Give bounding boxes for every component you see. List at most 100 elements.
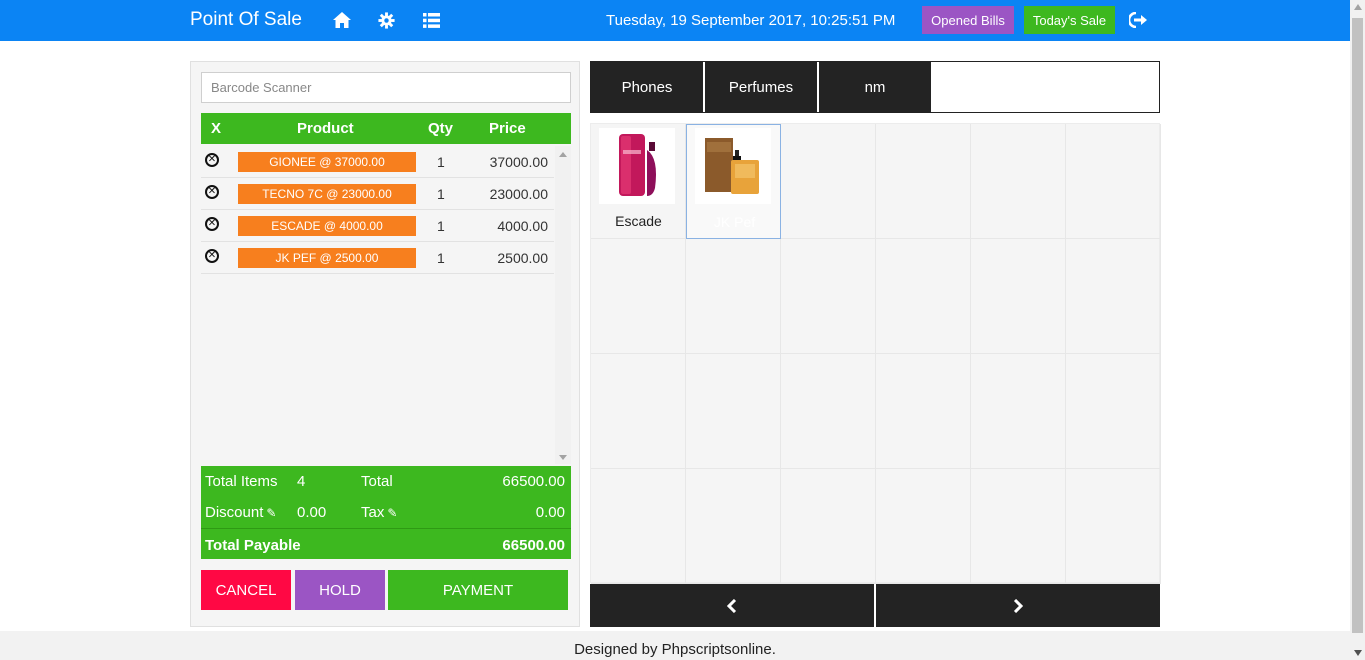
grid-cell <box>971 354 1066 469</box>
cart-item-product-button[interactable]: TECNO 7C @ 23000.00 <box>238 184 416 204</box>
header-qty: Qty <box>428 120 454 137</box>
datetime-display: Tuesday, 19 September 2017, 10:25:51 PM <box>606 12 896 29</box>
header-remove: X <box>211 120 222 137</box>
grid-cell <box>971 469 1066 584</box>
page-scrollbar[interactable] <box>1350 0 1365 660</box>
next-page-button[interactable] <box>876 584 1160 627</box>
totals-summary: Total Items 4 Total 66500.00 Discount ✎ 0… <box>201 466 571 559</box>
grid-cell <box>876 354 971 469</box>
table-row: ✕ TECNO 7C @ 23000.00 1 23000.00 <box>201 178 554 210</box>
grid-cell <box>781 124 876 239</box>
footer: Designed by Phpscriptsonline. <box>0 631 1350 660</box>
totals-divider <box>201 528 571 529</box>
hold-button[interactable]: HOLD <box>295 570 385 610</box>
table-row: ✕ JK PEF @ 2500.00 1 2500.00 <box>201 242 554 274</box>
remove-item-icon[interactable]: ✕ <box>205 217 219 231</box>
discount-label: Discount <box>205 504 264 521</box>
pencil-icon[interactable]: ✎ <box>266 506 276 520</box>
chevron-right-icon <box>1013 598 1023 613</box>
cart-item-product-button[interactable]: ESCADE @ 4000.00 <box>238 216 416 236</box>
cart-item-price: 37000.00 <box>489 154 548 170</box>
gear-icon[interactable] <box>376 10 396 30</box>
grid-cell <box>876 469 971 584</box>
remove-item-icon[interactable]: ✕ <box>205 185 219 199</box>
cart-scroll-down-icon[interactable] <box>559 455 567 460</box>
grid-cell <box>686 354 781 469</box>
cart-item-product-button[interactable]: JK PEF @ 2500.00 <box>238 248 416 268</box>
cart-item-product-button[interactable]: GIONEE @ 37000.00 <box>238 152 416 172</box>
tab-phones[interactable]: Phones <box>591 62 704 112</box>
grid-cell <box>591 469 686 584</box>
pencil-icon[interactable]: ✎ <box>387 506 397 520</box>
grid-cell <box>686 469 781 584</box>
total-value: 66500.00 <box>502 473 565 490</box>
home-icon[interactable] <box>332 10 352 30</box>
product-tile-jk-pef[interactable]: JK Pef <box>686 124 781 239</box>
discount-value: 0.00 <box>297 504 327 521</box>
header-product: Product <box>297 120 354 137</box>
header-price: Price <box>489 120 526 137</box>
cancel-button[interactable]: CANCEL <box>201 570 291 610</box>
brand-title[interactable]: Point Of Sale <box>190 9 302 31</box>
total-payable-label: Total Payable <box>205 537 301 554</box>
grid-cell <box>591 354 686 469</box>
tax-value: 0.00 <box>535 504 565 521</box>
cart-scroll-up-icon[interactable] <box>559 152 567 157</box>
table-row: ✕ ESCADE @ 4000.00 1 4000.00 <box>201 210 554 242</box>
cart-table-header: X Product Qty Price <box>201 113 571 144</box>
remove-item-icon[interactable]: ✕ <box>205 249 219 263</box>
cart-item-price: 23000.00 <box>489 186 548 202</box>
grid-cell <box>971 239 1066 354</box>
product-tile-escade[interactable]: Escade <box>591 124 686 239</box>
tab-perfumes[interactable]: Perfumes <box>705 62 818 112</box>
table-row: ✕ GIONEE @ 37000.00 1 37000.00 <box>201 146 554 178</box>
cart-item-qty: 1 <box>437 250 445 266</box>
previous-page-button[interactable] <box>590 584 874 627</box>
category-bar: Phones Perfumes nm <box>590 61 1160 113</box>
grid-cell <box>686 239 781 354</box>
tax-edit[interactable]: Tax ✎ <box>361 504 397 521</box>
discount-edit[interactable]: Discount ✎ <box>205 504 276 521</box>
todays-sale-button[interactable]: Today's Sale <box>1024 6 1115 34</box>
tax-label: Tax <box>361 504 385 521</box>
opened-bills-button[interactable]: Opened Bills <box>922 6 1014 34</box>
grid-cell <box>876 124 971 239</box>
grid-cell <box>1066 239 1161 354</box>
cart-item-price: 2500.00 <box>497 250 548 266</box>
grid-cell <box>971 124 1066 239</box>
product-grid: Escade JK Pef <box>590 123 1161 584</box>
logout-icon[interactable] <box>1128 10 1148 30</box>
scrollbar-thumb[interactable] <box>1352 18 1363 633</box>
total-items-label: Total Items <box>205 473 278 490</box>
grid-cell <box>1066 354 1161 469</box>
grid-cell <box>591 239 686 354</box>
total-items-value: 4 <box>297 473 306 490</box>
cart-item-qty: 1 <box>437 186 445 202</box>
cart-items-list: ✕ GIONEE @ 37000.00 1 37000.00 ✕ TECNO 7… <box>201 146 571 464</box>
product-image <box>599 128 675 204</box>
grid-cell <box>781 354 876 469</box>
grid-cell <box>781 239 876 354</box>
product-name: JK Pef <box>713 214 756 230</box>
cart-item-price: 4000.00 <box>497 218 548 234</box>
grid-cell <box>1066 469 1161 584</box>
tab-nm[interactable]: nm <box>819 62 932 112</box>
list-icon[interactable] <box>421 10 441 30</box>
cart-scrollbar[interactable] <box>555 146 571 464</box>
total-label: Total <box>361 473 393 490</box>
payment-button[interactable]: PAYMENT <box>388 570 568 610</box>
cart-item-qty: 1 <box>437 154 445 170</box>
chevron-left-icon <box>727 598 737 613</box>
scroll-up-arrow-icon[interactable] <box>1354 4 1362 10</box>
scroll-down-arrow-icon[interactable] <box>1354 650 1362 656</box>
total-payable-value: 66500.00 <box>502 537 565 554</box>
grid-cell <box>1066 124 1161 239</box>
grid-cell <box>876 239 971 354</box>
grid-cell <box>781 469 876 584</box>
cart-item-qty: 1 <box>437 218 445 234</box>
remove-item-icon[interactable]: ✕ <box>205 153 219 167</box>
product-pager <box>590 584 1160 627</box>
product-name: Escade <box>615 213 662 229</box>
barcode-scanner-input[interactable] <box>201 72 571 103</box>
navbar: Point Of Sale Tuesday, 19 September 2017… <box>0 0 1350 41</box>
